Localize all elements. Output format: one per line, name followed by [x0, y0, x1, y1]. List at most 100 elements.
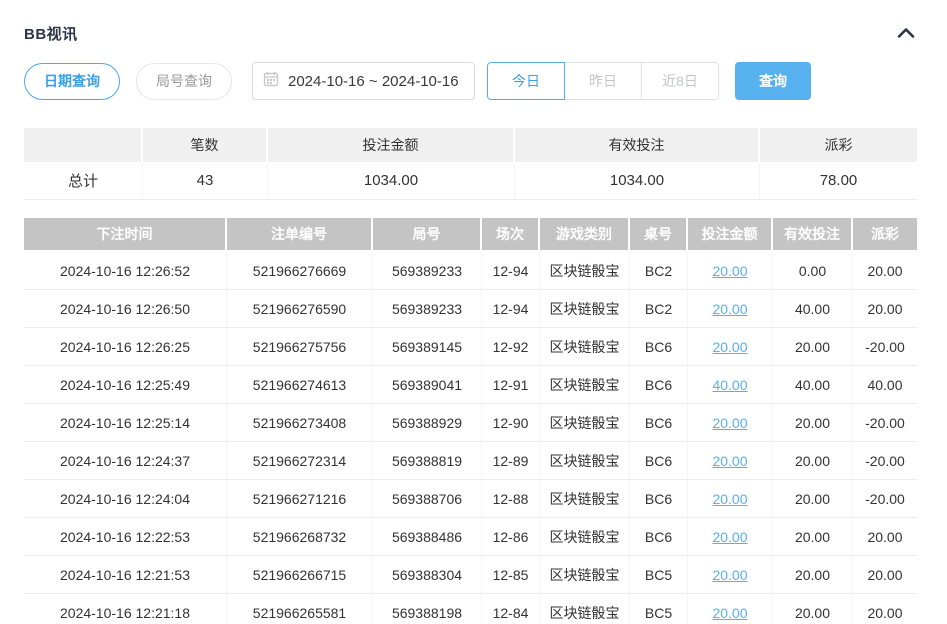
cell-bet-time: 2024-10-16 12:21:53 [24, 556, 227, 594]
bet-amount-link[interactable]: 20.00 [712, 605, 747, 621]
cell-session: 12-91 [482, 366, 540, 404]
cell-valid-bet: 20.00 [773, 442, 853, 480]
cell-game-type: 区块链骰宝 [540, 252, 630, 290]
summary-header-cell [24, 128, 143, 162]
cell-bet-amount: 20.00 [688, 518, 773, 556]
cell-order-no: 521966276669 [227, 252, 373, 290]
cell-table-no: BC6 [630, 442, 688, 480]
cell-bet-time: 2024-10-16 12:21:18 [24, 594, 227, 624]
cell-game-type: 区块链骰宝 [540, 404, 630, 442]
cell-game-type: 区块链骰宝 [540, 290, 630, 328]
cell-order-no: 521966275756 [227, 328, 373, 366]
cell-session: 12-94 [482, 290, 540, 328]
cell-valid-bet: 20.00 [773, 556, 853, 594]
cell-payout: -20.00 [853, 442, 917, 480]
cell-bet-amount: 20.00 [688, 442, 773, 480]
cell-session: 12-90 [482, 404, 540, 442]
table-row: 2024-10-16 12:26:50521966276590569389233… [24, 290, 917, 328]
cell-game-type: 区块链骰宝 [540, 518, 630, 556]
summary-header-cell: 笔数 [143, 128, 268, 162]
table-row: 2024-10-16 12:26:52521966276669569389233… [24, 252, 917, 290]
cell-bet-amount: 40.00 [688, 366, 773, 404]
cell-table-no: BC6 [630, 328, 688, 366]
filter-toolbar: 日期查询 局号查询 2024-10-16 ~ 2024-10-16 今日昨日近8… [24, 62, 917, 100]
cell-bet-amount: 20.00 [688, 328, 773, 366]
cell-session: 12-92 [482, 328, 540, 366]
cell-round-no: 569389233 [373, 252, 482, 290]
bet-amount-link[interactable]: 20.00 [712, 491, 747, 507]
summary-total-cell: 43 [143, 162, 268, 200]
bet-amount-link[interactable]: 40.00 [712, 377, 747, 393]
cell-order-no: 521966276590 [227, 290, 373, 328]
bet-amount-link[interactable]: 20.00 [712, 263, 747, 279]
table-row: 2024-10-16 12:24:04521966271216569388706… [24, 480, 917, 518]
search-button[interactable]: 查询 [735, 62, 811, 100]
cell-game-type: 区块链骰宝 [540, 442, 630, 480]
cell-round-no: 569388304 [373, 556, 482, 594]
quick-range-yesterday[interactable]: 昨日 [564, 62, 642, 100]
cell-bet-amount: 20.00 [688, 594, 773, 624]
records-header-cell: 有效投注 [773, 218, 853, 252]
cell-round-no: 569388929 [373, 404, 482, 442]
cell-table-no: BC2 [630, 290, 688, 328]
cell-game-type: 区块链骰宝 [540, 480, 630, 518]
cell-bet-amount: 20.00 [688, 252, 773, 290]
cell-payout: 40.00 [853, 366, 917, 404]
cell-bet-time: 2024-10-16 12:26:25 [24, 328, 227, 366]
cell-order-no: 521966265581 [227, 594, 373, 624]
cell-bet-time: 2024-10-16 12:22:53 [24, 518, 227, 556]
records-header-cell: 游戏类别 [540, 218, 630, 252]
summary-total-cell: 1034.00 [515, 162, 760, 200]
cell-round-no: 569389145 [373, 328, 482, 366]
calendar-icon [263, 71, 279, 92]
bb-video-panel: BB视讯 日期查询 局号查询 2024-10-16 ~ 2024-10-16 今… [0, 0, 947, 624]
records-header-row: 下注时间注单编号局号场次游戏类别桌号投注金额有效投注派彩 [24, 218, 917, 252]
cell-order-no: 521966274613 [227, 366, 373, 404]
summary-total-cell: 1034.00 [268, 162, 515, 200]
bet-amount-link[interactable]: 20.00 [712, 529, 747, 545]
table-row: 2024-10-16 12:22:53521966268732569388486… [24, 518, 917, 556]
summary-total-row: 总计431034.001034.0078.00 [24, 162, 917, 200]
cell-table-no: BC6 [630, 518, 688, 556]
cell-round-no: 569388706 [373, 480, 482, 518]
records-header-cell: 注单编号 [227, 218, 373, 252]
records-header-cell: 局号 [373, 218, 482, 252]
records-header-cell: 派彩 [853, 218, 917, 252]
cell-payout: 20.00 [853, 252, 917, 290]
summary-header-cell: 有效投注 [515, 128, 760, 162]
cell-payout: 20.00 [853, 518, 917, 556]
summary-header-cell: 投注金额 [268, 128, 515, 162]
cell-bet-time: 2024-10-16 12:25:14 [24, 404, 227, 442]
cell-bet-time: 2024-10-16 12:25:49 [24, 366, 227, 404]
cell-round-no: 569389233 [373, 290, 482, 328]
cell-table-no: BC6 [630, 404, 688, 442]
cell-game-type: 区块链骰宝 [540, 366, 630, 404]
bet-records-table: 下注时间注单编号局号场次游戏类别桌号投注金额有效投注派彩 2024-10-16 … [24, 218, 917, 624]
tab-round-query[interactable]: 局号查询 [136, 63, 232, 100]
cell-bet-time: 2024-10-16 12:26:52 [24, 252, 227, 290]
cell-game-type: 区块链骰宝 [540, 594, 630, 624]
summary-header-row: 笔数投注金额有效投注派彩 [24, 128, 917, 162]
collapse-button[interactable] [895, 25, 917, 41]
table-row: 2024-10-16 12:21:53521966266715569388304… [24, 556, 917, 594]
cell-bet-time: 2024-10-16 12:24:04 [24, 480, 227, 518]
cell-order-no: 521966271216 [227, 480, 373, 518]
cell-payout: 20.00 [853, 290, 917, 328]
quick-range-today[interactable]: 今日 [487, 62, 565, 100]
cell-table-no: BC2 [630, 252, 688, 290]
cell-table-no: BC5 [630, 594, 688, 624]
bet-amount-link[interactable]: 20.00 [712, 301, 747, 317]
bet-amount-link[interactable]: 20.00 [712, 415, 747, 431]
page-title: BB视讯 [24, 23, 78, 44]
bet-amount-link[interactable]: 20.00 [712, 453, 747, 469]
cell-payout: -20.00 [853, 480, 917, 518]
summary-total-cell: 总计 [24, 162, 143, 200]
bet-amount-link[interactable]: 20.00 [712, 567, 747, 583]
cell-valid-bet: 20.00 [773, 480, 853, 518]
quick-range-last-8-days[interactable]: 近8日 [641, 62, 719, 100]
tab-date-query[interactable]: 日期查询 [24, 63, 120, 100]
bet-amount-link[interactable]: 20.00 [712, 339, 747, 355]
cell-bet-amount: 20.00 [688, 480, 773, 518]
date-range-input[interactable]: 2024-10-16 ~ 2024-10-16 [252, 62, 475, 100]
cell-session: 12-84 [482, 594, 540, 624]
